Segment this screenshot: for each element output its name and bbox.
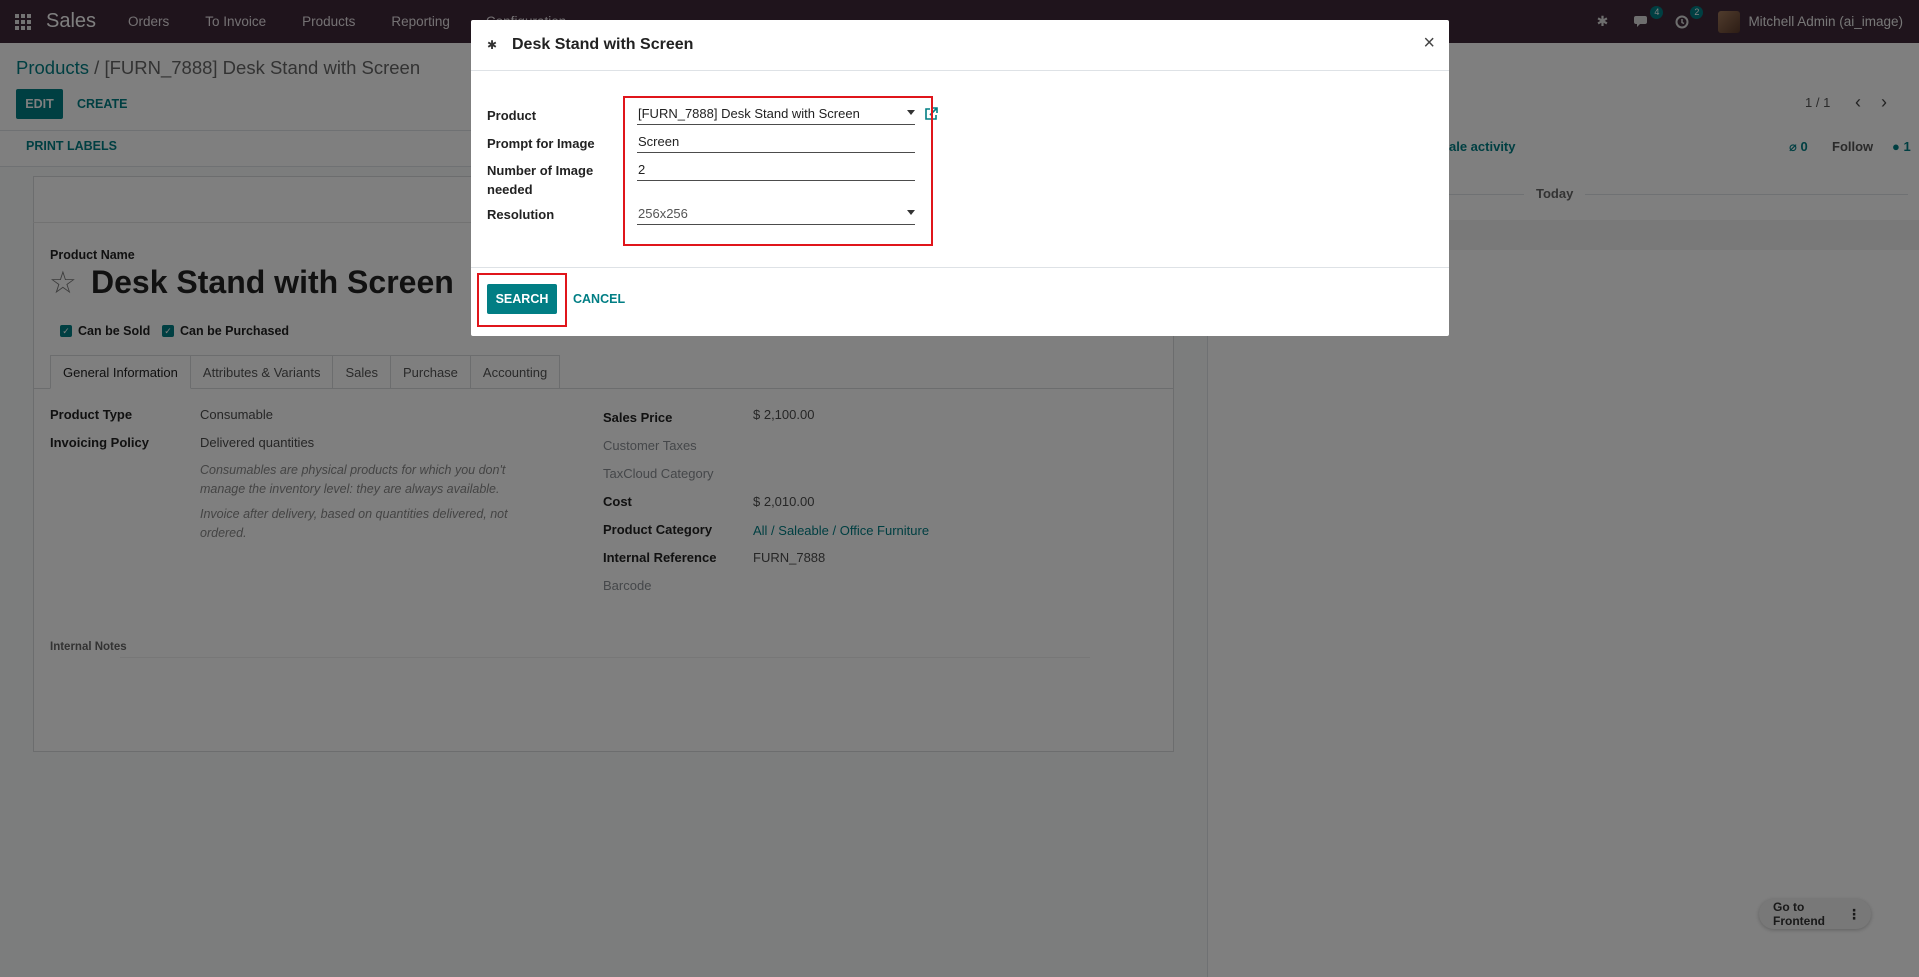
- highlight-box-search: [477, 273, 567, 327]
- dialog-header: ✱ Desk Stand with Screen ×: [471, 20, 1449, 71]
- image-count-label: Number of Image needed: [487, 161, 593, 199]
- product-field-label: Product: [487, 108, 537, 123]
- resolution-label: Resolution: [487, 207, 555, 222]
- highlight-box-fields: [623, 96, 933, 246]
- image-count-label-line2: needed: [487, 182, 533, 197]
- prompt-field-label: Prompt for Image: [487, 136, 595, 151]
- close-icon[interactable]: ×: [1423, 32, 1435, 55]
- cancel-button[interactable]: CANCEL: [573, 284, 625, 314]
- dialog-title: Desk Stand with Screen: [512, 36, 694, 53]
- dialog-footer-divider: [471, 267, 1449, 268]
- generate-image-dialog: ✱ Desk Stand with Screen × Product [FURN…: [471, 20, 1449, 336]
- image-count-label-line1: Number of Image: [487, 163, 594, 178]
- bug-icon: ✱: [487, 38, 498, 52]
